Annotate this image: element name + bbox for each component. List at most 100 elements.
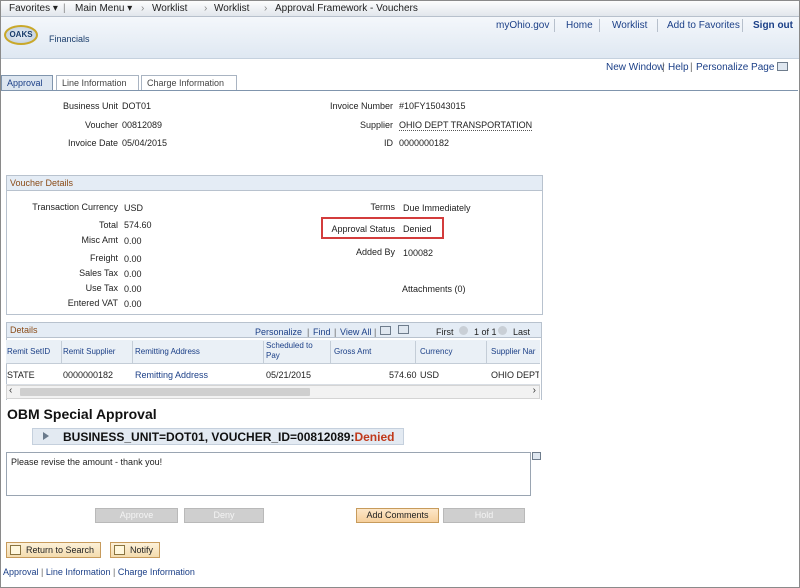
approve-button[interactable]: Approve <box>95 508 178 523</box>
col-currency[interactable]: Currency <box>420 347 452 357</box>
sales-tax-value: 0.00 <box>124 269 142 279</box>
attachments-link[interactable]: Attachments (0) <box>402 284 466 294</box>
invoice-number-value: #10FY15043015 <box>399 101 466 111</box>
breadcrumb-approval-framework[interactable]: Approval Framework - Vouchers <box>275 3 418 14</box>
criteria-status: Denied <box>354 430 395 444</box>
invoice-number-label: Invoice Number <box>329 101 393 111</box>
add-to-favorites-link[interactable]: Add to Favorites <box>667 20 740 31</box>
supplier-value[interactable]: OHIO DEPT TRANSPORTATION <box>399 120 533 131</box>
id-value: 0000000182 <box>399 138 450 148</box>
toolbar-separator: | <box>307 327 310 337</box>
hold-button[interactable]: Hold <box>443 508 525 523</box>
return-to-search-button[interactable]: Return to Search <box>6 542 102 558</box>
personalize-page-link[interactable]: Personalize Page <box>696 62 774 73</box>
remitting-address-link[interactable]: Remitting Address <box>135 370 208 380</box>
grid-view-all-link[interactable]: View All <box>340 327 371 337</box>
use-tax-value: 0.00 <box>124 284 142 294</box>
id-label: ID <box>384 138 393 148</box>
col-supplier-name[interactable]: Supplier Nar <box>491 347 539 357</box>
logo-subtitle: Financials <box>49 34 90 44</box>
help-link[interactable]: Help <box>668 62 689 73</box>
add-comments-button[interactable]: Add Comments <box>356 508 439 523</box>
grid-page-info: 1 of 1 <box>474 327 497 337</box>
misc-amt-value: 0.00 <box>124 236 142 246</box>
footer-charge-info-link[interactable]: Charge Information <box>118 567 195 577</box>
col-remitting-address[interactable]: Remitting Address <box>135 347 200 357</box>
tab-charge-information[interactable]: Charge Information <box>141 75 237 90</box>
obm-section-title: OBM Special Approval <box>7 406 157 422</box>
oaks-logo: OAKS <box>4 25 38 45</box>
grid-personalize-link[interactable]: Personalize <box>255 327 302 337</box>
main-menu[interactable]: Main Menu ▾ <box>75 3 132 14</box>
criteria-text: BUSINESS_UNIT=DOT01, VOUCHER_ID=00812089… <box>63 430 394 444</box>
scrollbar-thumb[interactable] <box>20 388 310 396</box>
deny-button[interactable]: Deny <box>184 508 264 523</box>
toolbar-separator: | <box>374 327 377 337</box>
notify-button[interactable]: Notify <box>110 542 161 558</box>
approver-comment-box[interactable]: Please revise the amount - thank you! <box>6 452 531 496</box>
total-value: 574.60 <box>124 220 152 230</box>
scroll-left-icon[interactable]: ‹ <box>9 385 12 396</box>
cell-supplier: 0000000182 <box>63 370 114 380</box>
voucher-value: 00812089 <box>122 120 163 130</box>
download-grid-icon[interactable] <box>398 325 409 334</box>
cell-supplier-name: OHIO DEPT <box>491 370 539 380</box>
col-remit-setid[interactable]: Remit SetID <box>7 347 50 357</box>
breadcrumb-arrow: › <box>141 3 145 14</box>
sign-out-link[interactable]: Sign out <box>753 20 793 31</box>
voucher-label: Voucher <box>84 120 118 130</box>
terms-value: Due Immediately <box>403 203 471 213</box>
added-by-label: Added By <box>355 247 395 257</box>
new-window-link[interactable]: New Window <box>606 62 664 73</box>
voucher-details-title: Voucher Details <box>7 176 542 191</box>
tab-divider <box>1 90 798 91</box>
personalize-grid-icon[interactable] <box>777 62 788 71</box>
home-link[interactable]: Home <box>566 20 593 31</box>
col-scheduled-to-pay[interactable]: Scheduled to Pay <box>266 341 328 361</box>
freight-value: 0.00 <box>124 254 142 264</box>
breadcrumb-arrow: › <box>204 3 208 14</box>
footer-links: Approval | Line Information | Charge Inf… <box>3 567 195 577</box>
freight-label: Freight <box>89 253 118 263</box>
cell-setid: STATE <box>7 370 35 380</box>
added-by-value: 100082 <box>403 248 434 258</box>
col-remit-supplier[interactable]: Remit Supplier <box>63 347 115 357</box>
business-unit-label: Business Unit <box>62 101 118 111</box>
voucher-details-group: Voucher Details <box>6 175 543 315</box>
myohio-link[interactable]: myOhio.gov <box>496 20 549 31</box>
breadcrumb-arrow: › <box>264 3 268 14</box>
horizontal-scrollbar[interactable]: ‹ › <box>6 385 540 399</box>
approval-status-value: Denied <box>403 224 432 234</box>
cell-currency: USD <box>420 370 440 380</box>
notify-icon <box>114 545 125 555</box>
expand-triangle-icon[interactable] <box>43 432 49 440</box>
entered-vat-label: Entered VAT <box>67 298 118 308</box>
business-unit-value: DOT01 <box>122 101 152 111</box>
worklist-link[interactable]: Worklist <box>612 20 647 31</box>
breadcrumb-worklist-2[interactable]: Worklist <box>214 3 249 14</box>
new-window-grid-icon[interactable] <box>380 326 391 335</box>
toolbar-separator: | <box>334 327 337 337</box>
breadcrumb-worklist-1[interactable]: Worklist <box>152 3 187 14</box>
terms-label: Terms <box>370 202 396 212</box>
scroll-right-icon[interactable]: › <box>533 385 536 396</box>
approval-criteria-bar[interactable]: BUSINESS_UNIT=DOT01, VOUCHER_ID=00812089… <box>32 428 404 445</box>
grid-last-link: Last <box>513 327 531 337</box>
use-tax-label: Use Tax <box>85 283 118 293</box>
grid-find-link[interactable]: Find <box>313 327 331 337</box>
cell-scheduled: 05/21/2015 <box>266 370 312 380</box>
entered-vat-value: 0.00 <box>124 299 142 309</box>
sales-tax-label: Sales Tax <box>79 268 118 278</box>
tab-approval[interactable]: Approval <box>1 75 53 90</box>
footer-line-info-link[interactable]: Line Information <box>46 567 111 577</box>
supplier-label: Supplier <box>359 120 393 130</box>
grid-header-row: Remit SetID Remit Supplier Remitting Add… <box>6 340 540 364</box>
tab-line-information[interactable]: Line Information <box>56 75 139 90</box>
top-nav-bar: Favorites ▾ | Main Menu ▾ › Worklist › W… <box>1 1 799 17</box>
favorites-menu[interactable]: Favorites ▾ <box>9 3 58 14</box>
expand-comment-icon[interactable] <box>532 452 541 460</box>
return-icon <box>10 545 21 555</box>
cell-gross-amt: 574.60 <box>389 370 417 380</box>
footer-approval-link[interactable]: Approval <box>3 567 39 577</box>
col-gross-amt[interactable]: Gross Amt <box>334 347 371 357</box>
